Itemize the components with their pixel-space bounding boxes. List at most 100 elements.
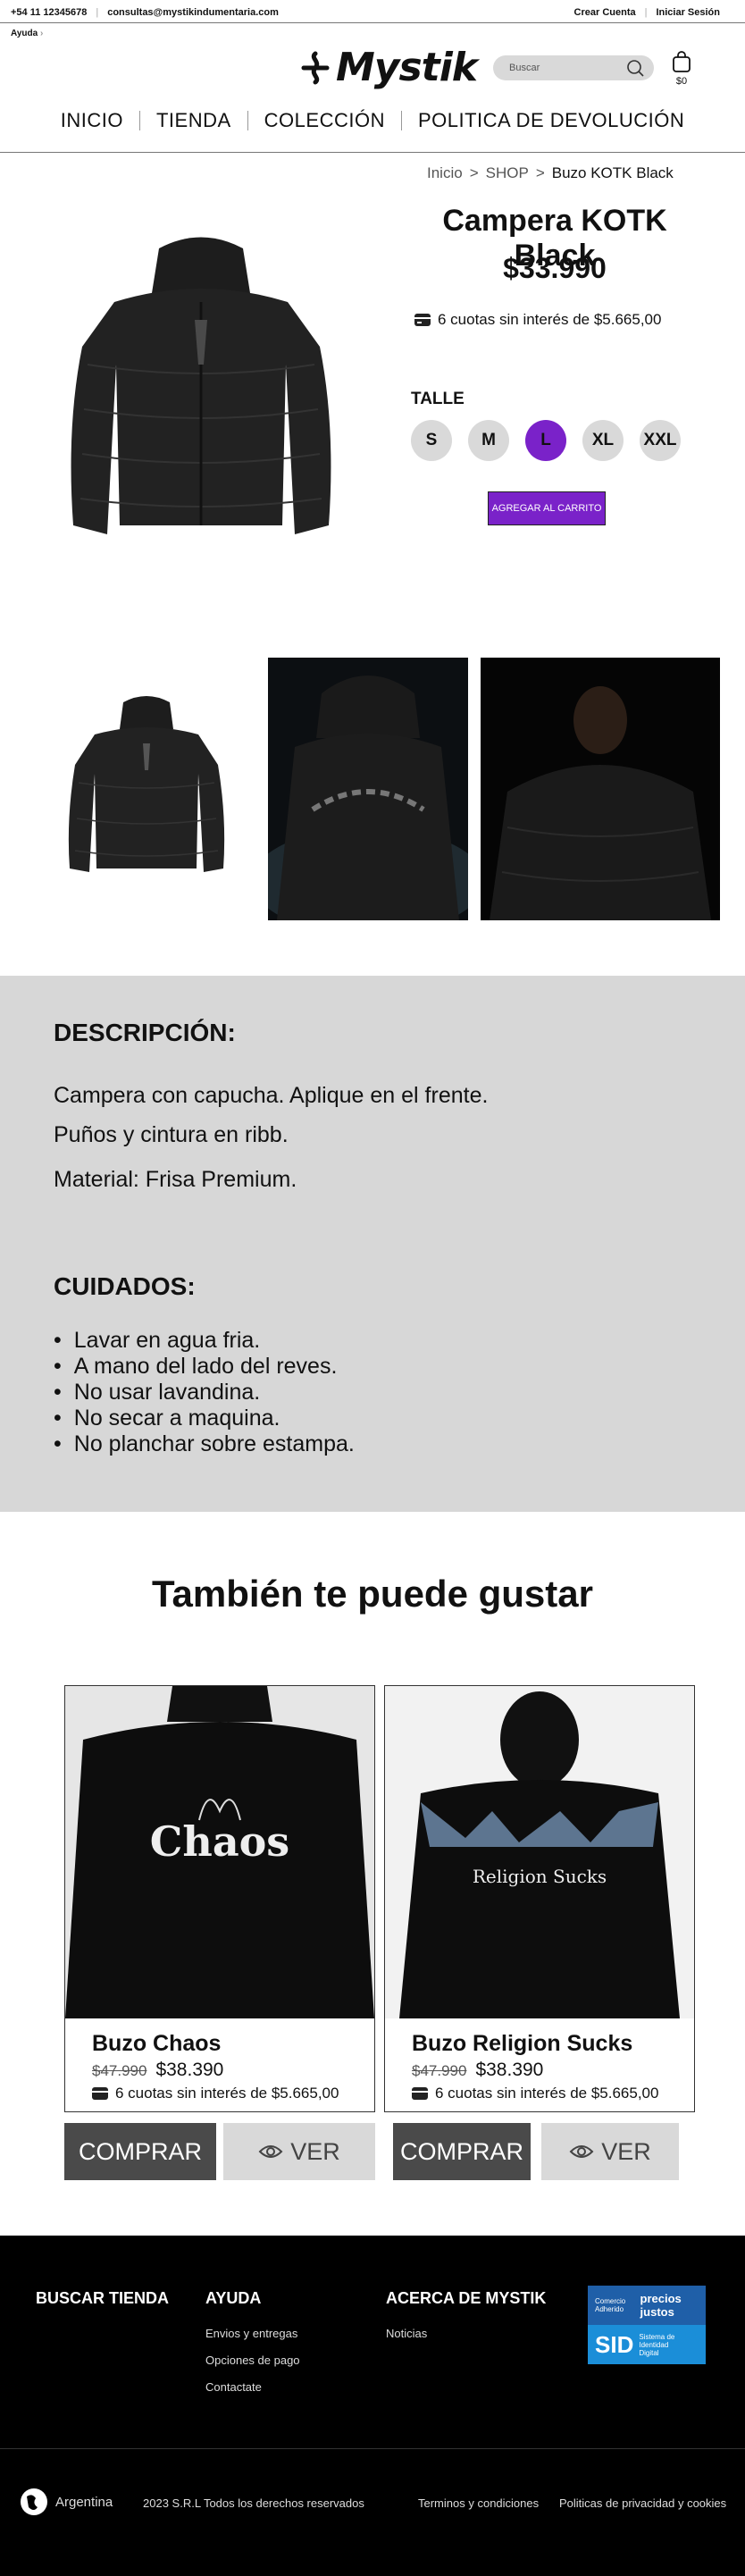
care-item: • No secar a maquina. — [54, 1405, 280, 1431]
login-link[interactable]: Iniciar Sesión — [656, 7, 720, 18]
nav-item-devolucion[interactable]: POLITICA DE DEVOLUCIÓN — [400, 111, 700, 130]
badge-precios-text: precios justos — [640, 2292, 682, 2319]
footer-link-news[interactable]: Noticias — [386, 2327, 427, 2340]
nav-item-inicio[interactable]: INICIO — [45, 111, 139, 130]
size-option-xxl[interactable]: XXL — [640, 420, 681, 461]
product-card-old-price: $47.990 — [412, 2062, 467, 2079]
care-item: • A mano del lado del reves. — [54, 1354, 338, 1379]
precios-justos-badge[interactable]: Comercio Adherido precios justos SID Sis… — [588, 2286, 706, 2364]
product-card-image[interactable]: Chaos — [65, 1686, 374, 2018]
shopping-bag-icon — [673, 51, 691, 72]
eye-icon — [569, 2145, 594, 2158]
care-list: • Lavar en agua fria. • A mano del lado de… — [54, 1328, 355, 1457]
size-selector: S M L XL XXL — [411, 420, 681, 461]
product-price: $33.990 — [503, 252, 607, 284]
breadcrumb: Inicio > SHOP > Buzo KOTK Black — [427, 164, 674, 182]
breadcrumb-home[interactable]: Inicio — [427, 164, 463, 182]
badge-sid-subtext: Sistema de Identidad Digital — [639, 2332, 675, 2357]
buy-button[interactable]: COMPRAR — [393, 2123, 531, 2180]
description-line: Material: Frisa Premium. — [54, 1167, 297, 1192]
nav-item-coleccion[interactable]: COLECCIÓN — [247, 111, 401, 130]
country-selector[interactable]: Argentina — [20, 2488, 113, 2516]
country-label: Argentina — [55, 2494, 113, 2510]
badge-comercio-text: Comercio Adherido — [595, 2297, 626, 2313]
size-label: TALLE — [411, 390, 465, 408]
buy-button[interactable]: COMPRAR — [64, 2123, 216, 2180]
top-bar: +54 11 12345678 | consultas@mystikindume… — [0, 0, 745, 23]
card-print-text: Chaos — [150, 1817, 289, 1866]
phone-link[interactable]: +54 11 12345678 — [11, 7, 87, 18]
logo[interactable]: Mystik — [298, 45, 478, 90]
chevron-right-icon: › — [39, 29, 44, 38]
product-image-main[interactable] — [52, 231, 350, 552]
care-item: • No planchar sobre estampa. — [54, 1431, 355, 1456]
installments-text: 6 cuotas sin interés de $5.665,00 — [115, 2085, 339, 2102]
care-item: • No usar lavandina. — [54, 1380, 261, 1405]
create-account-link[interactable]: Crear Cuenta — [574, 7, 636, 18]
size-option-xl[interactable]: XL — [582, 420, 624, 461]
product-card-image[interactable]: Religion Sucks — [385, 1686, 694, 2018]
care-item: • Lavar en agua fria. — [54, 1328, 261, 1353]
breadcrumb-shop[interactable]: SHOP — [486, 164, 529, 182]
product-card-price: $38.390 — [155, 2060, 224, 2080]
size-option-l[interactable]: L — [525, 420, 566, 461]
view-button[interactable]: VER — [223, 2123, 375, 2180]
credit-card-icon — [92, 2087, 108, 2100]
view-button-label: VER — [601, 2137, 651, 2165]
product-card-price: $38.390 — [475, 2060, 544, 2080]
installments-info: 6 cuotas sin interés de $5.665,00 — [414, 311, 661, 329]
view-button[interactable]: VER — [541, 2123, 679, 2180]
footer-link-shipping[interactable]: Envios y entregas — [205, 2327, 297, 2340]
header-divider — [0, 152, 745, 153]
nav-item-tienda[interactable]: TIENDA — [138, 111, 247, 130]
breadcrumb-separator: > — [469, 164, 479, 181]
product-card-name[interactable]: Buzo Religion Sucks — [412, 2031, 632, 2057]
footer-about-heading: ACERCA DE MYSTIK — [386, 2289, 547, 2307]
logo-text: Mystik — [336, 45, 478, 90]
footer-help-heading: AYUDA — [205, 2289, 262, 2307]
product-card-prices: $47.990 $38.390 — [412, 2060, 543, 2081]
credit-card-icon — [412, 2087, 428, 2100]
help-menu[interactable]: Ayuda › — [11, 29, 43, 38]
eye-icon — [258, 2145, 283, 2158]
footer-link-terms[interactable]: Terminos y condiciones — [418, 2496, 539, 2510]
size-option-m[interactable]: M — [468, 420, 509, 461]
product-card-installments: 6 cuotas sin interés de $5.665,00 — [92, 2085, 339, 2102]
product-card-old-price: $47.990 — [92, 2062, 147, 2079]
installments-text: 6 cuotas sin interés de $5.665,00 — [438, 311, 662, 328]
search-icon[interactable] — [625, 58, 645, 78]
care-item-text: No usar lavandina. — [73, 1380, 261, 1405]
size-option-s[interactable]: S — [411, 420, 452, 461]
main-nav: INICIO TIENDA COLECCIÓN POLITICA DE DEVO… — [0, 111, 745, 130]
badge-sid-text: SID — [595, 2330, 634, 2358]
care-item-text: A mano del lado del reves. — [73, 1354, 338, 1379]
care-item-text: No secar a maquina. — [73, 1405, 280, 1431]
search-bar[interactable]: Buscar — [493, 55, 654, 80]
product-back-photo[interactable] — [268, 658, 468, 920]
footer-link-privacy[interactable]: Politicas de privacidad y cookies — [559, 2496, 726, 2510]
product-card[interactable]: Religion Sucks Buzo Religion Sucks $47.9… — [384, 1685, 695, 2112]
model-photo[interactable] — [481, 658, 720, 920]
description-title: DESCRIPCIÓN: — [54, 1019, 236, 1046]
search-input[interactable]: Buscar — [509, 63, 625, 73]
care-item-text: Lavar en agua fria. — [73, 1328, 261, 1353]
product-card-name[interactable]: Buzo Chaos — [92, 2031, 221, 2057]
mystik-logo-icon — [301, 51, 330, 84]
footer-link-payment[interactable]: Opciones de pago — [205, 2354, 300, 2367]
footer-store-heading[interactable]: BUSCAR TIENDA — [36, 2289, 169, 2308]
related-title: También te puede gustar — [152, 1573, 593, 1615]
cart-button[interactable]: $0 — [668, 50, 695, 87]
email-link[interactable]: consultas@mystikindumentaria.com — [107, 7, 279, 18]
care-title: CUIDADOS: — [54, 1272, 196, 1300]
credit-card-icon — [414, 314, 431, 326]
view-button-label: VER — [290, 2137, 340, 2165]
add-to-cart-button[interactable]: AGREGAR AL CARRITO — [488, 491, 606, 525]
installments-text: 6 cuotas sin interés de $5.665,00 — [435, 2085, 659, 2102]
divider: | — [96, 7, 99, 18]
footer-link-contact[interactable]: Contactate — [205, 2380, 262, 2394]
description-line: Puños y cintura en ribb. — [54, 1122, 289, 1147]
product-card-prices: $47.990 $38.390 — [92, 2060, 223, 2081]
product-thumbnail-1[interactable] — [59, 693, 234, 883]
breadcrumb-separator: > — [535, 164, 545, 181]
product-card[interactable]: Chaos Buzo Chaos $47.990 $38.390 6 cuota… — [64, 1685, 375, 2112]
